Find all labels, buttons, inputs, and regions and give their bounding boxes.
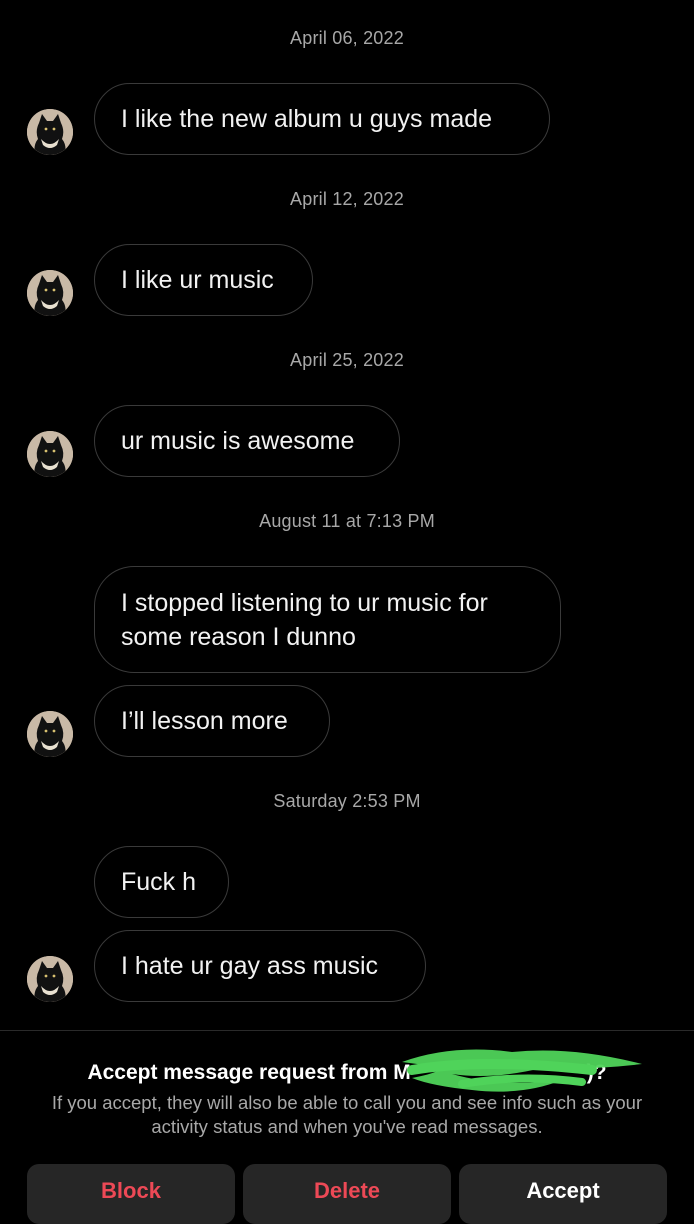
timestamp: Saturday 2:53 PM (273, 791, 421, 811)
black-cat-avatar-icon (27, 711, 73, 757)
black-cat-avatar-icon (27, 270, 73, 316)
message-bubble[interactable]: I like the new album u guys made (94, 83, 550, 155)
avatar[interactable] (27, 109, 73, 155)
timestamp: August 11 at 7:13 PM (259, 511, 435, 531)
message-bubble[interactable]: I’ll lesson more (94, 685, 330, 757)
request-title-prefix: Accept message request from M (87, 1061, 411, 1084)
timestamp: April 06, 2022 (290, 28, 404, 48)
message-bubble[interactable]: ur music is awesome (94, 405, 400, 477)
redaction-scribble (402, 1049, 642, 1092)
black-cat-avatar-icon (27, 956, 73, 1002)
message-bubble[interactable]: Fuck h (94, 846, 229, 918)
avatar[interactable] (27, 431, 73, 477)
message-bubble[interactable]: I like ur music (94, 244, 313, 316)
timestamp: April 25, 2022 (290, 350, 404, 370)
accept-button[interactable]: Accept (459, 1164, 667, 1224)
block-button[interactable]: Block (27, 1164, 235, 1224)
message-bubble[interactable]: I stopped listening to ur music for some… (94, 566, 561, 673)
black-cat-avatar-icon (27, 109, 73, 155)
avatar[interactable] (27, 956, 73, 1002)
avatar[interactable] (27, 270, 73, 316)
delete-button[interactable]: Delete (243, 1164, 451, 1224)
timestamp: April 12, 2022 (290, 189, 404, 209)
black-cat-avatar-icon (27, 431, 73, 477)
message-bubble[interactable]: I hate ur gay ass music (94, 930, 426, 1002)
avatar[interactable] (27, 711, 73, 757)
message-thread[interactable]: April 06, 2022 I like the new album u gu… (0, 0, 694, 1030)
